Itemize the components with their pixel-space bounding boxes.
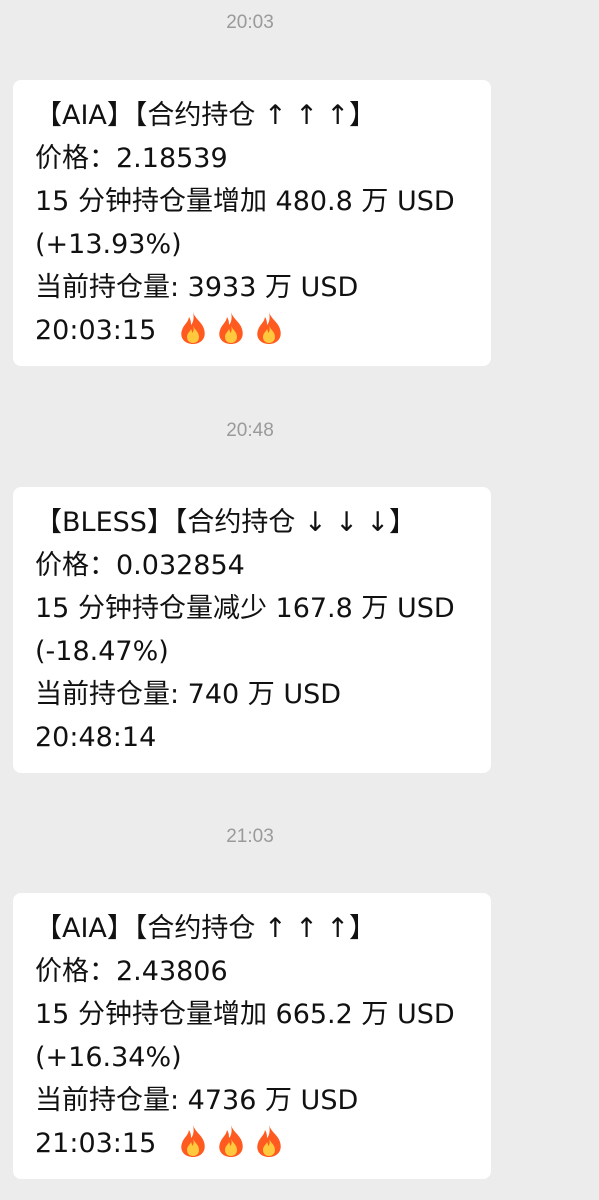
message-line: 价格：2.18539: [35, 143, 228, 174]
message-line: (+16.34%): [35, 1042, 182, 1073]
fire-icon: [219, 1125, 243, 1157]
message-line: 当前持仓量: 3933 万 USD: [35, 272, 359, 303]
message-bubble[interactable]: 【AIA】【合约持仓 ↑ ↑ ↑】 价格：2.43806 15 分钟持仓量增加 …: [13, 893, 491, 1179]
message-line: 15 分钟持仓量增加 480.8 万 USD: [35, 186, 455, 217]
message-line: (-18.47%): [35, 636, 169, 667]
timestamp: 20:48: [226, 420, 274, 441]
timestamp: 20:03: [226, 12, 274, 33]
message-footer: 21:03:15: [35, 1122, 491, 1165]
message-footer: 20:03:15: [35, 309, 491, 352]
message-line: 15 分钟持仓量减少 167.8 万 USD: [35, 593, 455, 624]
fire-icon: [219, 312, 243, 344]
fire-icon: [181, 1125, 205, 1157]
message-line: 【AIA】【合约持仓 ↑ ↑ ↑】: [35, 913, 377, 944]
message-line: (+13.93%): [35, 229, 182, 260]
message-line: 15 分钟持仓量增加 665.2 万 USD: [35, 999, 455, 1030]
timestamp: 21:03: [226, 826, 274, 847]
message-time: 20:03:15: [35, 315, 157, 346]
message-line: 价格：0.032854: [35, 550, 245, 581]
fire-icon: [257, 1125, 281, 1157]
fire-icon: [257, 312, 281, 344]
fire-icons: [178, 312, 292, 346]
message-bubble[interactable]: 【AIA】【合约持仓 ↑ ↑ ↑】 价格：2.18539 15 分钟持仓量增加 …: [13, 80, 491, 366]
message-line: 当前持仓量: 740 万 USD: [35, 679, 342, 710]
message-time: 20:48:14: [35, 722, 157, 753]
fire-icons: [178, 1125, 292, 1159]
fire-icon: [181, 312, 205, 344]
message-line: 【AIA】【合约持仓 ↑ ↑ ↑】: [35, 100, 377, 131]
message-bubble[interactable]: 【BLESS】【合约持仓 ↓ ↓ ↓】 价格：0.032854 15 分钟持仓量…: [13, 487, 491, 773]
message-time: 21:03:15: [35, 1128, 157, 1159]
message-footer: 20:48:14: [35, 716, 491, 759]
message-line: 价格：2.43806: [35, 956, 228, 987]
message-line: 【BLESS】【合约持仓 ↓ ↓ ↓】: [35, 507, 417, 538]
message-line: 当前持仓量: 4736 万 USD: [35, 1085, 359, 1116]
